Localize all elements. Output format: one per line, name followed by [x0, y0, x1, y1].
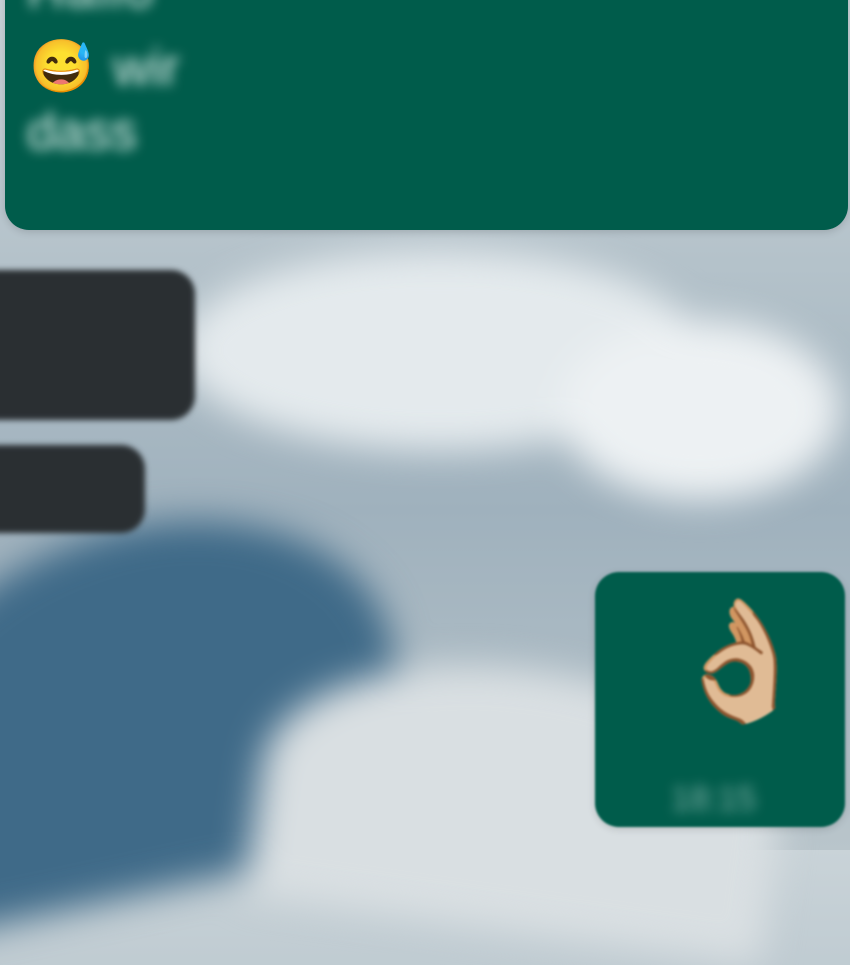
message-text-line: dass: [27, 103, 137, 161]
wallpaper-cloud: [560, 320, 840, 500]
ok-hand-emoji: 👌🏼: [667, 595, 814, 727]
outgoing-emoji-message-bubble[interactable]: 👌🏼 18:15: [595, 572, 845, 827]
incoming-message-bubble[interactable]: [0, 445, 145, 533]
message-timestamp: 18:15: [671, 780, 757, 818]
message-text-line: Hallo: [27, 0, 156, 20]
sweat-smile-emoji: 😅: [29, 38, 94, 96]
outgoing-message-bubble[interactable]: Hallo 😅 wir dass: [5, 0, 848, 230]
incoming-message-bubble[interactable]: [0, 270, 195, 420]
message-text-line: wir: [113, 39, 180, 97]
